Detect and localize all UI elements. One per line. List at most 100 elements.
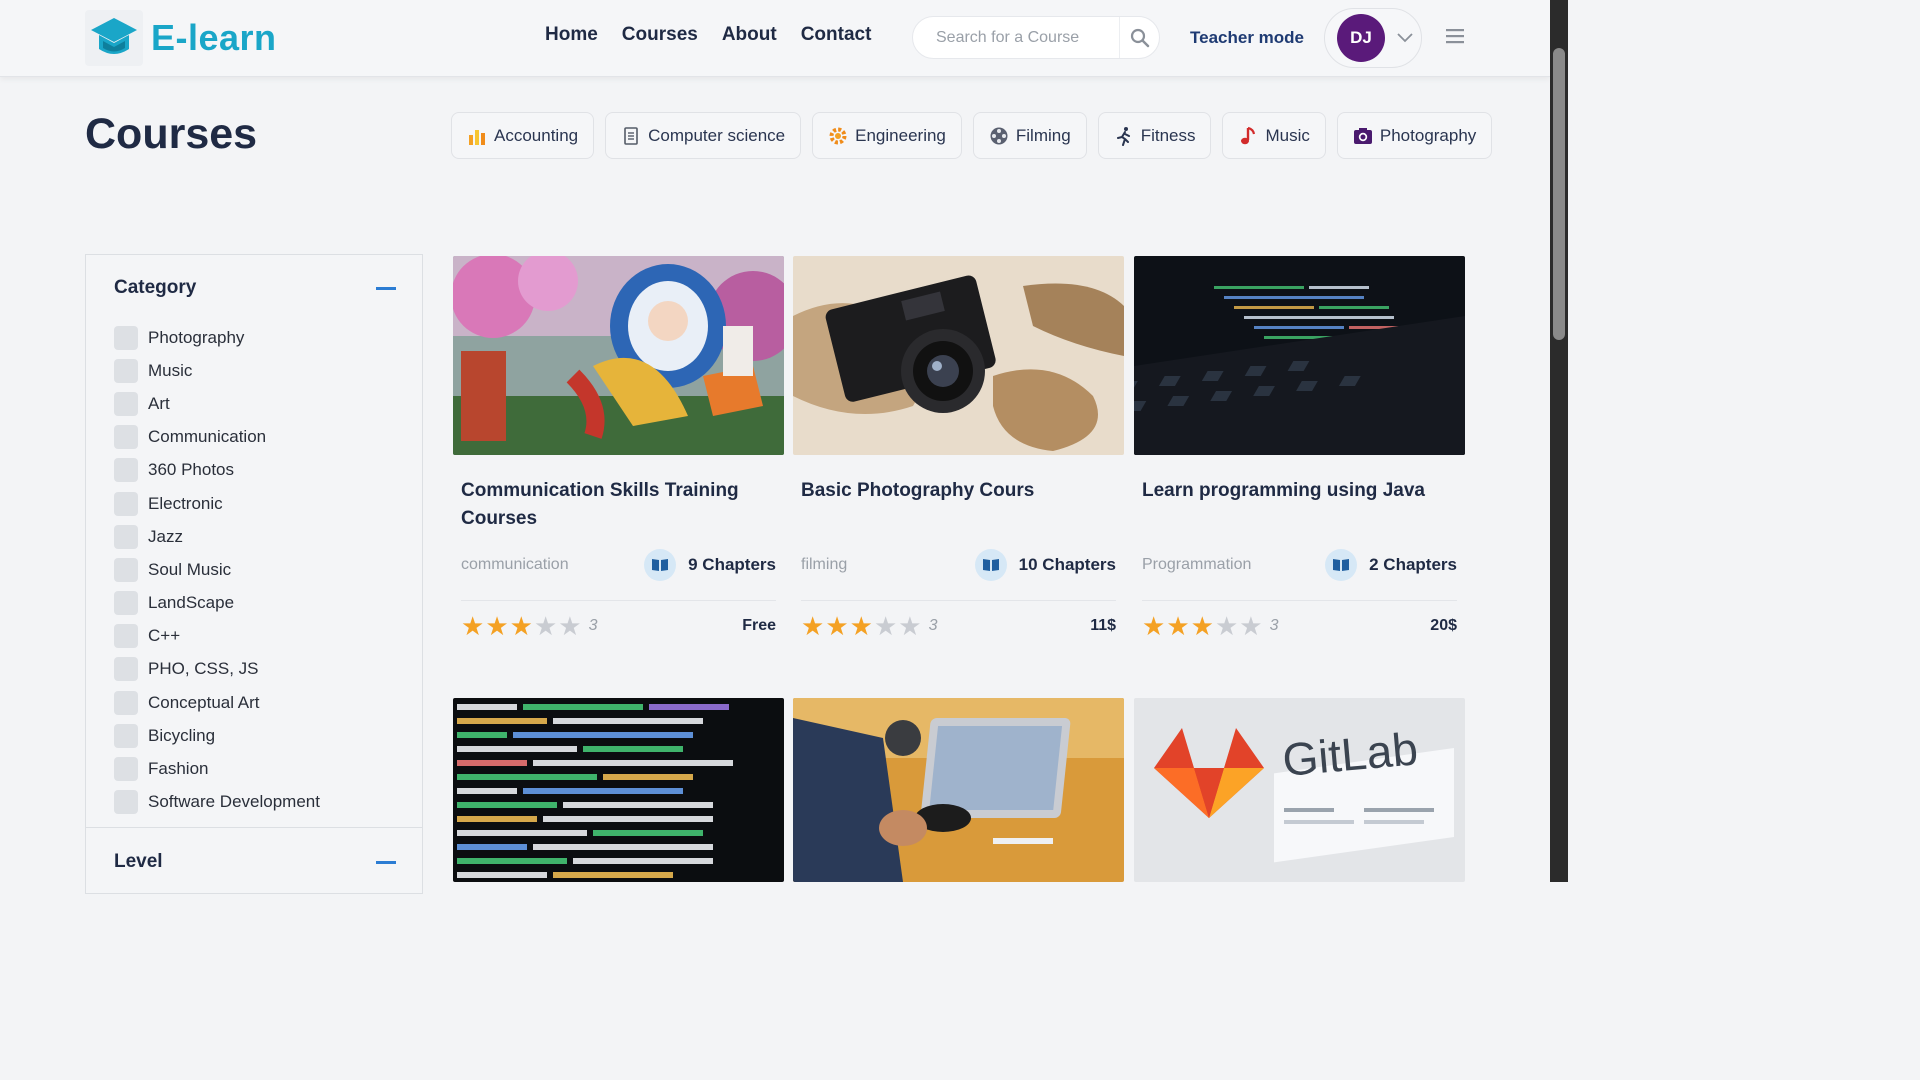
star-icon: ★ [849,611,873,641]
category-option[interactable]: Music [114,354,320,387]
scrollbar-thumb[interactable] [1553,48,1565,340]
star-icon: ★ [461,611,485,641]
course-title[interactable]: Learn programming using Java [1134,477,1465,533]
checkbox[interactable] [114,325,138,350]
category-option[interactable]: Communication [114,421,320,454]
checkbox[interactable] [114,790,138,815]
graduation-cap-icon [85,10,143,66]
course-card[interactable]: Communication Skills Training Courses co… [453,256,784,646]
checkbox[interactable] [114,557,138,582]
chip-label: Filming [1015,125,1071,145]
category-option[interactable]: C++ [114,620,320,653]
course-price: 20$ [1430,617,1457,634]
category-option[interactable]: Jazz [114,520,320,553]
rating-count: 3 [928,617,938,634]
chip-fitness[interactable]: Fitness [1097,112,1212,159]
checkbox[interactable] [114,524,138,549]
category-option[interactable]: Software Development [114,786,320,819]
category-option[interactable]: Photography [114,321,320,354]
course-price: 11$ [1090,617,1116,634]
category-option[interactable]: Fashion [114,752,320,785]
category-option[interactable]: PHO, CSS, JS [114,653,320,686]
category-option[interactable]: Art [114,387,320,420]
bar-chart-icon [467,126,487,146]
chip-engineering[interactable]: Engineering [812,112,962,159]
chip-accounting[interactable]: Accounting [451,112,595,159]
nav-courses[interactable]: Courses [622,24,698,46]
checkbox[interactable] [114,690,138,715]
chapters-count: 2 Chapters [1369,555,1457,574]
hamburger-menu-button[interactable] [1444,26,1466,51]
course-thumbnail[interactable] [1134,256,1465,455]
course-card[interactable]: GitLab [1134,698,1465,882]
rating-count: 3 [1269,617,1279,634]
chapters-count: 10 Chapters [1018,555,1116,574]
collapse-icon[interactable] [376,286,396,290]
nav-home[interactable]: Home [545,24,598,46]
search-input[interactable] [913,28,1119,47]
level-filter-header[interactable]: Level [114,851,396,873]
rating-stars: ★ ★ ★ ★ ★ 3 [801,613,937,639]
user-menu[interactable]: DJ [1324,8,1422,68]
course-footer: ★ ★ ★ ★ ★ 3 20$ [1142,613,1457,639]
category-option[interactable]: 360 Photos [114,454,320,487]
chip-filming[interactable]: Filming [972,112,1087,159]
course-thumbnail[interactable]: GitLab [1134,698,1465,882]
filter-divider [86,827,422,828]
category-option-label: Music [148,360,193,380]
category-option[interactable]: LandScape [114,587,320,620]
category-option-label: Soul Music [148,559,232,579]
star-icon: ★ [485,611,509,641]
category-filter-header[interactable]: Category [114,277,396,299]
course-thumbnail[interactable] [453,256,784,455]
course-thumbnail[interactable] [453,698,784,882]
course-card[interactable]: Learn programming using Java Programmati… [1134,256,1465,646]
checkbox[interactable] [114,723,138,748]
checkbox[interactable] [114,425,138,450]
running-icon [1114,126,1134,146]
category-option[interactable]: Conceptual Art [114,686,320,719]
filter-sidebar: Category Photography Music Art Communica… [85,254,423,894]
search-button[interactable] [1119,17,1159,58]
checkbox[interactable] [114,657,138,682]
chip-music[interactable]: Music [1222,112,1326,159]
chip-photography[interactable]: Photography [1336,112,1493,159]
category-option[interactable]: Soul Music [114,553,320,586]
course-card[interactable]: Basic Photography Cours filming 10 Chapt… [793,256,1124,646]
course-card[interactable] [453,698,784,882]
chip-label: Music [1265,125,1310,145]
nav-contact[interactable]: Contact [801,24,872,46]
chevron-down-icon [1397,33,1413,43]
nav-about[interactable]: About [722,24,777,46]
course-thumbnail[interactable] [793,698,1124,882]
checkbox[interactable] [114,624,138,649]
chapters-info: 9 Chapters [644,549,776,581]
course-category: communication [461,556,569,573]
logo[interactable]: E-learn [85,10,277,66]
category-option-label: 360 Photos [148,460,235,480]
teacher-mode-link[interactable]: Teacher mode [1190,28,1304,48]
category-option-label: Fashion [148,759,209,779]
chip-computer-science[interactable]: Computer science [605,112,802,159]
page-scrollbar[interactable] [1550,0,1568,882]
collapse-icon[interactable] [376,860,396,864]
course-thumbnail[interactable] [793,256,1124,455]
card-divider [1142,600,1457,601]
course-title[interactable]: Communication Skills Training Courses [453,477,784,533]
category-option[interactable]: Bicycling [114,719,320,752]
star-icon: ★ [801,611,825,641]
checkbox[interactable] [114,591,138,616]
rating-stars: ★ ★ ★ ★ ★ 3 [461,613,597,639]
checkbox[interactable] [114,491,138,516]
camera-icon [1353,126,1373,146]
course-title[interactable]: Basic Photography Cours [793,477,1124,533]
checkbox[interactable] [114,391,138,416]
book-icon [644,549,677,581]
category-option[interactable]: Electronic [114,487,320,520]
checkbox[interactable] [114,757,138,782]
checkbox[interactable] [114,358,138,383]
level-filter-title: Level [114,851,163,872]
course-category: Programmation [1142,556,1252,573]
checkbox[interactable] [114,458,138,483]
course-card[interactable] [793,698,1124,882]
